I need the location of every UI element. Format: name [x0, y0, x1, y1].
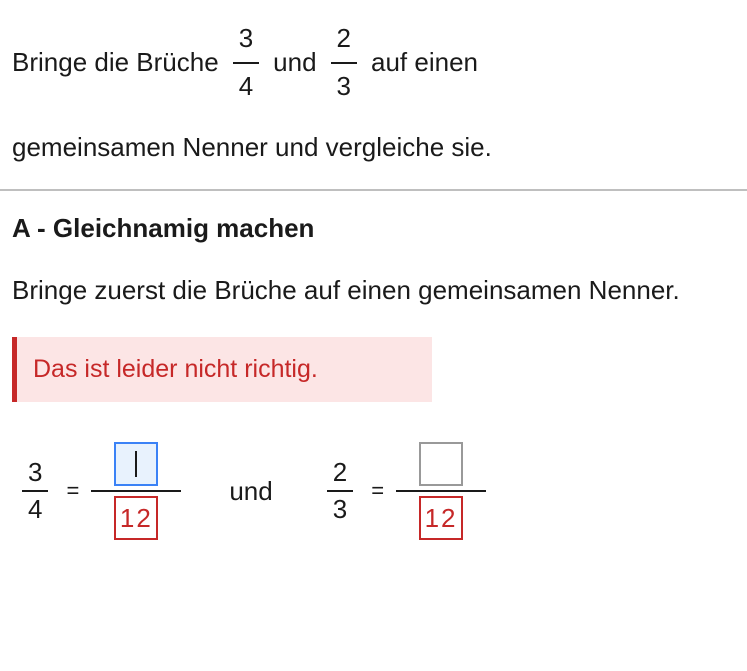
feedback-error: Das ist leider nicht richtig. [12, 337, 432, 402]
fraction-2-num: 2 [331, 18, 357, 62]
eq-right-input-fraction: 12 [396, 442, 486, 540]
equation-row: 3 4 = 12 und 2 3 = 12 [12, 442, 735, 548]
question-line-1: Bringe die Brüche 3 4 und 2 3 auf einen [12, 18, 735, 107]
eq-right-given-fraction: 2 3 [327, 457, 353, 525]
eq-right-given-num: 2 [327, 457, 353, 490]
fraction-2-den: 3 [331, 62, 357, 108]
question-section: Bringe die Brüche 3 4 und 2 3 auf einen … [0, 0, 747, 189]
fraction-1-num: 3 [233, 18, 259, 62]
fraction-2: 2 3 [331, 18, 357, 107]
eq-left-given-den: 4 [22, 490, 48, 525]
eq-right-numerator-input[interactable] [419, 442, 463, 486]
eq-left-given-num: 3 [22, 457, 48, 490]
text-cursor [135, 451, 137, 477]
eq-right-denominator-input[interactable]: 12 [419, 496, 463, 540]
equation-left: 3 4 = 12 [16, 442, 181, 540]
eq-left-denominator-input[interactable]: 12 [114, 496, 158, 540]
eq-right-given-den: 3 [327, 490, 353, 525]
eq-right-equals: = [371, 478, 384, 504]
section-a-instruction: Bringe zuerst die Brüche auf einen gemei… [12, 270, 735, 312]
question-prefix: Bringe die Brüche [12, 42, 219, 84]
question-suffix: auf einen [371, 42, 478, 84]
fraction-1: 3 4 [233, 18, 259, 107]
eq-right-fraction-line [396, 490, 486, 492]
eq-left-fraction-line [91, 490, 181, 492]
section-a-heading: A - Gleichnamig machen [12, 213, 735, 244]
equation-connector: und [229, 476, 272, 507]
eq-left-given-fraction: 3 4 [22, 457, 48, 525]
question-mid: und [273, 42, 316, 84]
eq-left-input-fraction: 12 [91, 442, 181, 540]
question-line-2: gemeinsamen Nenner und vergleiche sie. [12, 127, 735, 169]
eq-left-numerator-input[interactable] [114, 442, 158, 486]
equation-right: 2 3 = 12 [321, 442, 486, 540]
eq-left-equals: = [66, 478, 79, 504]
section-a: A - Gleichnamig machen Bringe zuerst die… [0, 191, 747, 549]
fraction-1-den: 4 [233, 62, 259, 108]
